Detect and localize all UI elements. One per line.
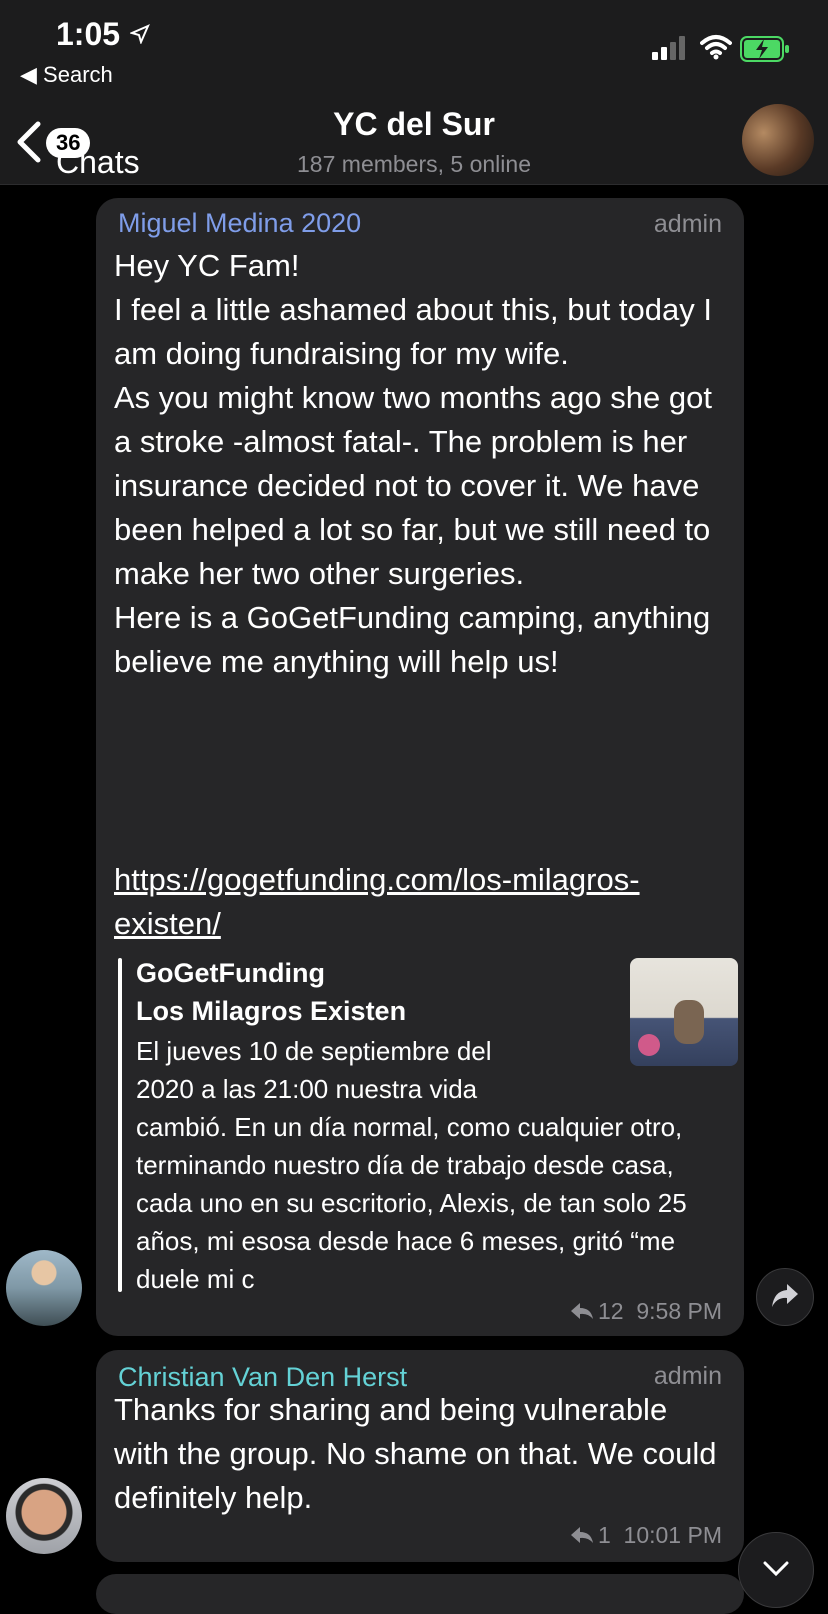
message-bubble[interactable]: Miguel Medina 2020 admin Hey YC Fam! I f…: [96, 198, 744, 1336]
back-chevron-icon: [14, 120, 42, 169]
link-preview[interactable]: GoGetFunding Los Milagros Existen El jue…: [118, 958, 738, 1292]
group-avatar[interactable]: [742, 104, 814, 176]
thumbnail-flowers: [638, 1034, 660, 1056]
chat-title: YC del Sur: [333, 106, 495, 142]
fundraising-link[interactable]: https://gogetfunding.com/los-milagros-ex…: [114, 858, 724, 946]
message-bubble[interactable]: [96, 1574, 744, 1614]
scroll-to-bottom-button[interactable]: [738, 1532, 814, 1608]
chat-member-count: 187 members, 5 online: [297, 151, 531, 177]
sender-avatar[interactable]: [6, 1250, 82, 1326]
signal-icon: [652, 36, 686, 65]
message-time: 9:58 PM: [636, 1297, 722, 1324]
preview-accent-bar: [118, 958, 122, 1292]
message-text: Thanks for sharing and being vulnerable …: [114, 1392, 726, 1515]
location-arrow-icon: [129, 24, 150, 49]
thumbnail-figure: [674, 1000, 704, 1044]
reply-count: 1: [597, 1521, 611, 1548]
sender-name[interactable]: Miguel Medina 2020: [118, 208, 361, 239]
back-to-chats-button[interactable]: Chats 36: [14, 116, 164, 180]
admin-label: admin: [653, 210, 722, 238]
reply-count: 12: [597, 1297, 624, 1324]
preview-title: Los Milagros Existen: [136, 996, 407, 1026]
message-bubble[interactable]: Christian Van Den Herst admin Thanks for…: [96, 1350, 744, 1562]
status-time: 1:05: [56, 16, 121, 52]
message-time: 10:01 PM: [623, 1521, 722, 1548]
message-text: Hey YC Fam! I feel a little ashamed abou…: [114, 248, 712, 679]
back-to-app-link[interactable]: ◀ Search: [20, 62, 113, 88]
admin-label: admin: [653, 1362, 722, 1390]
battery-charging-icon: [740, 36, 790, 67]
chat-title-area[interactable]: YC del Sur 187 members, 5 online: [214, 106, 614, 178]
status-bar: 1:05 ◀ Search: [0, 0, 828, 92]
back-triangle-icon: ◀: [20, 62, 37, 87]
back-app-label: Search: [43, 62, 113, 87]
share-button[interactable]: [756, 1268, 814, 1326]
unread-badge: 36: [46, 128, 91, 158]
preview-description: El jueves 10 de septiembre del 2020 a la…: [136, 1036, 687, 1292]
message-meta: 12 9:58 PM: [570, 1298, 722, 1326]
reply-icon: [570, 1299, 594, 1326]
wifi-icon: [700, 34, 732, 65]
reply-icon: [570, 1523, 594, 1550]
preview-site-name: GoGetFunding: [136, 958, 325, 988]
chat-header: Chats 36 YC del Sur 187 members, 5 onlin…: [0, 92, 828, 185]
sender-avatar[interactable]: [6, 1478, 82, 1554]
preview-thumbnail[interactable]: [630, 958, 738, 1066]
message-meta: 1 10:01 PM: [570, 1522, 722, 1550]
